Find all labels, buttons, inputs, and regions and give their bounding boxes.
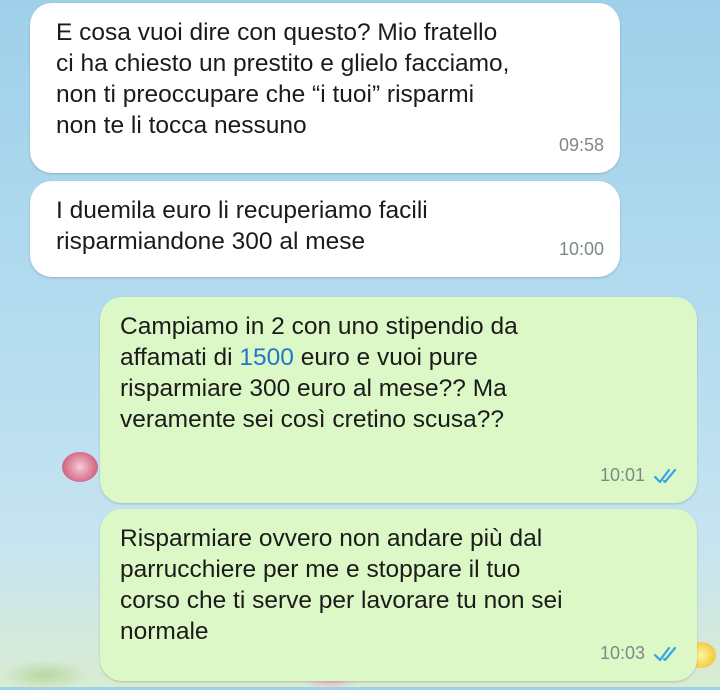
- message-time: 10:01: [599, 465, 645, 485]
- message-text: Risparmiare ovvero non andare più dal pa…: [120, 525, 563, 645]
- outgoing-message[interactable]: Risparmiare ovvero non andare più dal pa…: [100, 509, 697, 681]
- wallpaper-flower: [62, 452, 98, 482]
- double-check-icon: [653, 468, 677, 483]
- outgoing-message[interactable]: Campiamo in 2 con uno stipendio da affam…: [100, 297, 697, 503]
- message-meta: 09:58: [559, 130, 604, 161]
- message-text: E cosa vuoi dire con questo? Mio fratell…: [56, 19, 510, 139]
- wallpaper-flower: [0, 660, 90, 690]
- incoming-message[interactable]: I duemila euro li recuperiamo facili ris…: [30, 181, 620, 277]
- phone-number-link[interactable]: 1500: [239, 344, 294, 371]
- incoming-message[interactable]: E cosa vuoi dire con questo? Mio fratell…: [30, 3, 620, 173]
- message-meta: 10:03: [600, 638, 681, 669]
- message-text: I duemila euro li recuperiamo facili ris…: [56, 197, 428, 255]
- message-text: Campiamo in 2 con uno stipendio da affam…: [120, 311, 677, 435]
- message-meta: 10:00: [559, 234, 604, 265]
- message-time: 10:00: [558, 239, 604, 259]
- message-time: 10:03: [599, 643, 645, 663]
- double-check-icon: [653, 646, 677, 661]
- message-meta: 10:01: [600, 460, 681, 491]
- message-time: 09:58: [558, 135, 604, 155]
